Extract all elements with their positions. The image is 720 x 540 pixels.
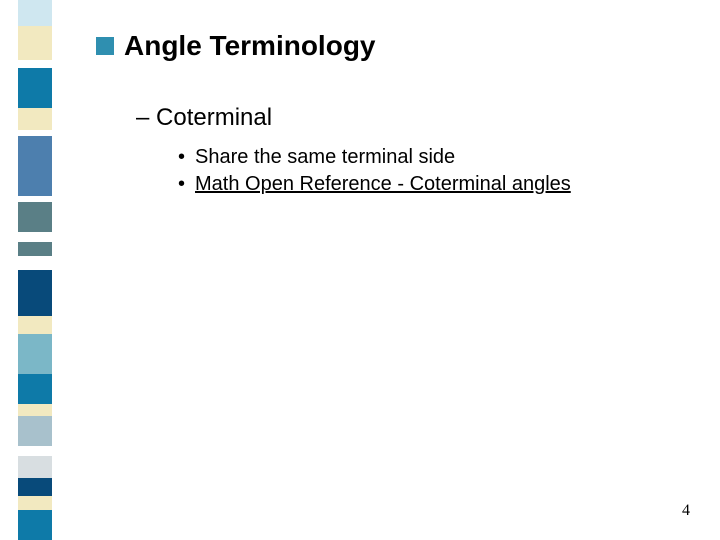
bullet-list: • Share the same terminal side • Math Op… [178,146,680,196]
sidebar-stripe [18,334,52,374]
sidebar-stripe [18,26,52,60]
heading-text: Angle Terminology [124,30,376,62]
heading-line: Angle Terminology [96,30,680,62]
bullet-dot-icon: • [178,147,185,167]
sidebar-stripe [18,416,52,446]
sidebar-stripe [18,242,52,256]
bullet-dot-icon: • [178,174,185,194]
bullet-link[interactable]: Math Open Reference - Coterminal angles [195,173,571,196]
sidebar-stripe [18,68,52,108]
sidebar-stripe [18,374,52,404]
slide-content: Angle Terminology – Coterminal • Share t… [96,30,680,200]
square-bullet-icon [96,37,114,55]
bullet-text: Share the same terminal side [195,146,455,169]
sidebar-stripe [18,108,52,130]
list-item: • Share the same terminal side [178,146,680,169]
sidebar-stripe [18,60,52,68]
list-item: • Math Open Reference - Coterminal angle… [178,173,680,196]
subheading-dash: – [136,104,156,131]
sidebar-stripe [18,256,52,270]
decorative-sidebar [18,0,52,540]
sidebar-stripe [18,316,52,334]
page-number: 4 [682,502,690,520]
sidebar-stripe [18,478,52,496]
sidebar-stripe [18,270,52,316]
sidebar-stripe [18,496,52,510]
sidebar-stripe [18,404,52,416]
sidebar-stripe [18,0,52,26]
sidebar-stripe [18,232,52,242]
sidebar-stripe [18,136,52,196]
sidebar-stripe [18,510,52,540]
sidebar-stripe [18,456,52,478]
sidebar-stripe [18,446,52,456]
sidebar-stripe [18,202,52,232]
subheading-text: Coterminal [156,104,272,131]
subheading-line: – Coterminal [136,104,680,132]
